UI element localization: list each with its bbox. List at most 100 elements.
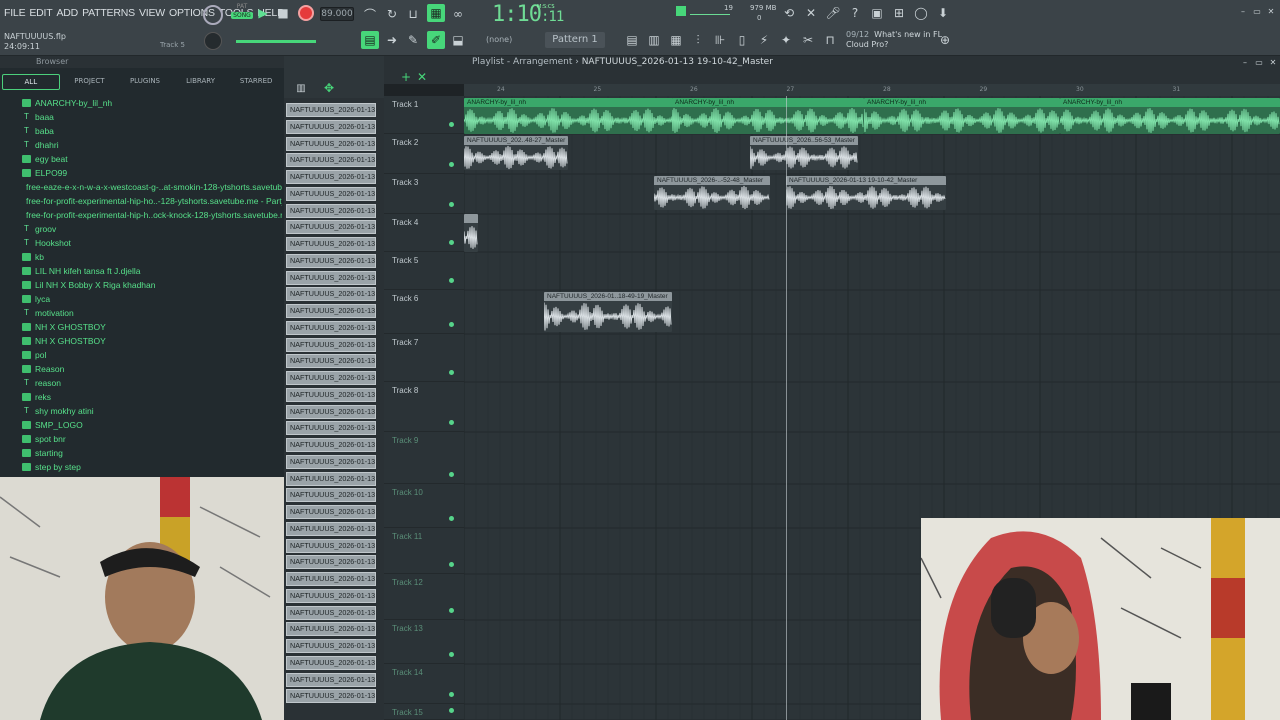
playlist-clip[interactable]: NAFTUUUUS_202..48-27_Master xyxy=(464,136,568,170)
track-header[interactable]: Track 13 xyxy=(384,620,464,664)
countdown-icon[interactable]: ⊔ xyxy=(405,6,421,22)
news-panel[interactable]: 09/12 What's new in FL Cloud Pro? xyxy=(846,30,942,50)
channel-icon[interactable]: ⊪ xyxy=(712,32,728,48)
channel-button[interactable]: NAFTUUUUS_2026-01-13.. xyxy=(286,689,376,704)
channel-button[interactable]: NAFTUUUUS_2026-01-13.. xyxy=(286,371,376,385)
track-mute-led[interactable] xyxy=(449,562,454,567)
channel-button[interactable]: NAFTUUUUS_2026-01-13.. xyxy=(286,253,376,268)
arrow-right-icon[interactable]: ➜ xyxy=(384,32,400,48)
browser-item[interactable]: kb xyxy=(22,250,282,264)
browser-item[interactable]: SMP_LOGO xyxy=(22,418,282,432)
track-header[interactable]: Track 7 xyxy=(384,334,464,382)
playlist-close-icon[interactable]: ✕ xyxy=(1268,56,1278,68)
cut-icon[interactable]: ✂︎ xyxy=(800,32,816,48)
mixer-icon[interactable]: ✕ xyxy=(804,6,818,20)
playlist-clip[interactable]: ANARCHY-by_lil_nh xyxy=(864,98,1060,134)
track-header[interactable]: Track 3 xyxy=(384,174,464,214)
pencil-icon[interactable]: ✎ xyxy=(405,32,421,48)
track-header[interactable]: Track 11 xyxy=(384,528,464,574)
channel-button[interactable]: NAFTUUUUS_2026-01-13.. xyxy=(286,237,376,251)
browser-item[interactable]: Lil NH X Bobby X Riga khadhan xyxy=(22,278,282,292)
browser-item[interactable]: free-for-profit-experimental-hip-h..ock-… xyxy=(22,208,282,222)
browser-item[interactable]: egy beat xyxy=(22,152,282,166)
channel-button[interactable]: NAFTUUUUS_2026-01-13.. xyxy=(286,387,376,402)
browser-item[interactable]: free-for-profit-experimental-hip-ho..-12… xyxy=(22,194,282,208)
channel-button[interactable]: NAFTUUUUS_2026-01-13.. xyxy=(286,572,376,586)
channel-button[interactable]: NAFTUUUUS_2026-01-13.. xyxy=(286,103,376,117)
pat-song-toggle[interactable]: PAT SONG xyxy=(231,3,253,25)
playlist-clip[interactable]: ANARCHY-by_lil_nh xyxy=(464,98,674,134)
loop-record-icon[interactable]: ∞ xyxy=(450,6,466,22)
tab-project[interactable]: PROJECT xyxy=(62,74,118,90)
mixer-view-icon[interactable]: ⫶ xyxy=(690,32,706,48)
channel-button[interactable]: NAFTUUUUS_2026-01-13.. xyxy=(286,304,376,318)
menu-view[interactable]: VIEW xyxy=(139,7,165,19)
download-icon[interactable]: ⬇ xyxy=(936,6,950,20)
playlist-maximize-icon[interactable]: ▭ xyxy=(1254,56,1264,68)
pattern-selector[interactable]: Pattern 1 xyxy=(545,32,605,48)
globe-icon[interactable]: ⊕ xyxy=(938,33,952,47)
browser-item[interactable]: pol xyxy=(22,348,282,362)
channel-button[interactable]: NAFTUUUUS_2026-01-13.. xyxy=(286,186,376,201)
channel-button[interactable]: NAFTUUUUS_2026-01-13.. xyxy=(286,471,376,486)
channel-button[interactable]: NAFTUUUUS_2026-01-13.. xyxy=(286,555,376,570)
track-header[interactable]: Track 5 xyxy=(384,252,464,290)
channel-button[interactable]: NAFTUUUUS_2026-01-13.. xyxy=(286,538,376,553)
track-header[interactable]: Track 1 xyxy=(384,96,464,134)
channel-button[interactable]: NAFTUUUUS_2026-01-13.. xyxy=(286,488,376,503)
browser-item[interactable]: NH X GHOSTBOY xyxy=(22,334,282,348)
track-mute-led[interactable] xyxy=(449,278,454,283)
playlist-clip[interactable]: NAFTUUUUS_2026..56-53_Master xyxy=(750,136,858,170)
browser-item[interactable]: spot bnr xyxy=(22,432,282,446)
help-icon[interactable]: ? xyxy=(848,6,862,20)
playlist-clip[interactable]: NAFTUUUUS_2026-01-13 19-10-42_Master xyxy=(786,176,946,210)
snap-select[interactable]: (none) xyxy=(472,33,534,47)
browser-item[interactable]: ANARCHY-by_lil_nh xyxy=(22,96,282,110)
channel-button[interactable]: NAFTUUUUS_2026-01-13.. xyxy=(286,622,376,637)
channel-button[interactable]: NAFTUUUUS_2026-01-13.. xyxy=(286,521,376,536)
master-pitch-slider[interactable] xyxy=(236,40,316,43)
midi-icon[interactable]: ⊞ xyxy=(892,6,906,20)
track-header[interactable]: Track 12 xyxy=(384,574,464,620)
metronome-icon[interactable]: ⌒ xyxy=(362,6,378,22)
browser-item[interactable]: reks xyxy=(22,390,282,404)
track-mute-led[interactable] xyxy=(449,708,454,713)
rack-menu-icon[interactable]: ▥ xyxy=(294,82,308,94)
play-icon[interactable]: ▶ xyxy=(256,6,270,20)
track-mute-led[interactable] xyxy=(449,370,454,375)
playlist-minimize-icon[interactable]: – xyxy=(1240,56,1250,68)
track-mute-led[interactable] xyxy=(449,516,454,521)
browser-item[interactable]: Tshy mokhy atini xyxy=(22,404,282,418)
channel-button[interactable]: NAFTUUUUS_2026-01-13.. xyxy=(286,404,376,419)
track-mute-led[interactable] xyxy=(449,652,454,657)
close-icon[interactable]: ✕ xyxy=(1264,6,1278,16)
browser-item[interactable]: LIL NH kifeh tansa ft J.djella xyxy=(22,264,282,278)
remove-track-icon[interactable]: ✕ xyxy=(416,70,428,84)
playhead[interactable] xyxy=(786,96,787,720)
wait-icon[interactable]: ↻ xyxy=(384,6,400,22)
rack-move-icon[interactable]: ✥ xyxy=(322,81,336,95)
microphone-icon[interactable]: 🎤︎ xyxy=(825,6,840,20)
track-mute-led[interactable] xyxy=(449,692,454,697)
paint-icon[interactable]: ✐ xyxy=(427,31,445,49)
channel-button[interactable]: NAFTUUUUS_2026-01-13.. xyxy=(286,270,376,285)
add-track-icon[interactable]: + xyxy=(400,70,412,84)
channel-button[interactable]: NAFTUUUUS_2026-01-13.. xyxy=(286,421,376,436)
menu-add[interactable]: ADD xyxy=(57,7,79,19)
channel-button[interactable]: NAFTUUUUS_2026-01-13.. xyxy=(286,505,376,519)
track-header[interactable]: Track 14 xyxy=(384,664,464,704)
browser-item[interactable]: Tdhahri xyxy=(22,138,282,152)
menu-patterns[interactable]: PATTERNS xyxy=(82,7,135,19)
step-edit-icon[interactable]: ▦ xyxy=(427,4,445,22)
channel-rack-icon[interactable]: ▦ xyxy=(668,32,684,48)
channel-button[interactable]: NAFTUUUUS_2026-01-13.. xyxy=(286,153,376,168)
menu-edit[interactable]: EDIT xyxy=(29,7,52,19)
tab-all[interactable]: ALL xyxy=(2,74,60,90)
stamp-icon[interactable]: ⬓ xyxy=(450,32,466,48)
track-mute-led[interactable] xyxy=(449,472,454,477)
track-mute-led[interactable] xyxy=(449,202,454,207)
channel-button[interactable]: NAFTUUUUS_2026-01-13.. xyxy=(286,655,376,670)
tab-library[interactable]: LIBRARY xyxy=(173,74,229,90)
track-mute-led[interactable] xyxy=(449,322,454,327)
track-mute-led[interactable] xyxy=(449,240,454,245)
